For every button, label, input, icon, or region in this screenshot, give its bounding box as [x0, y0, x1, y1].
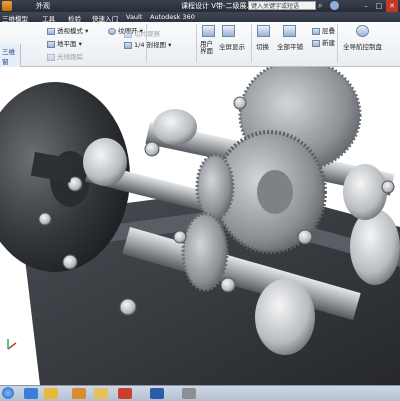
middle-gear-hub — [257, 170, 293, 214]
ie-icon[interactable] — [24, 388, 38, 399]
new-window-label: 新建 — [322, 39, 335, 47]
ribbon-separator — [196, 24, 197, 62]
new-window-button[interactable]: 新建 — [312, 37, 335, 47]
tile-all-label[interactable]: 全部平铺 — [277, 41, 303, 51]
slice-label: 切片观察 — [134, 30, 160, 38]
fullscreen-label[interactable]: 全屏显示 — [219, 41, 245, 51]
tab-vault[interactable]: Vault — [126, 13, 142, 21]
new-window-icon — [312, 39, 320, 47]
raytrace-icon — [47, 53, 55, 61]
cube-icon — [47, 27, 55, 35]
cascade-icon — [312, 27, 320, 35]
title-bar: 外观 课程设计 V带-二级展... 键入关键字或短语 ⌕ – □ ✕ — [0, 0, 400, 12]
folder-icon[interactable] — [94, 388, 108, 399]
axis-indicator — [7, 339, 17, 350]
output-pinion — [181, 212, 229, 292]
app-menu-icon[interactable] — [2, 1, 12, 11]
navigation-wheel-label[interactable]: 全导航控制盘 — [343, 41, 382, 51]
ribbon-tabs: 三维模型 工具 检验 快速入门 Vault Autodesk 360 — [0, 12, 400, 23]
search-icon[interactable]: ⌕ — [318, 1, 322, 11]
word-icon[interactable] — [150, 388, 164, 399]
view-style-label: 透视模式 — [57, 27, 83, 35]
plane-icon — [47, 40, 55, 48]
explorer-icon[interactable] — [44, 388, 58, 399]
tab-autodesk-360[interactable]: Autodesk 360 — [150, 13, 195, 21]
user-interface-icon[interactable] — [202, 25, 215, 37]
taskbar — [0, 385, 400, 401]
cascade-button[interactable]: 层叠 — [312, 25, 335, 35]
start-button[interactable] — [2, 387, 14, 399]
cascade-label: 层叠 — [322, 27, 335, 35]
steering-wheel-icon[interactable] — [356, 25, 369, 37]
ribbon-separator — [337, 24, 338, 62]
slice-icon — [124, 30, 132, 38]
switch-window-label[interactable]: 切换 — [256, 41, 269, 51]
left-group-bottom-label: 窗 — [2, 58, 9, 66]
left-group-top-label: 三维 — [2, 48, 15, 56]
switch-window-icon[interactable] — [257, 25, 270, 37]
maximize-icon[interactable]: □ — [373, 0, 385, 12]
quarter-section-button[interactable]: 1/4 剖视图 ▾ — [124, 39, 171, 49]
app-icon[interactable] — [182, 388, 196, 399]
raytrace-button[interactable]: 光线跟踪 — [47, 51, 83, 61]
fullscreen-icon[interactable] — [222, 25, 235, 37]
window-title: 课程设计 V带-二级展... — [181, 2, 254, 10]
3d-viewport[interactable] — [0, 67, 400, 385]
user-interface-label[interactable]: 用户界面 — [200, 41, 216, 55]
bearing-cap — [255, 279, 315, 355]
inventor-icon[interactable] — [118, 388, 132, 399]
ribbon-separator — [251, 24, 252, 62]
tile-all-icon[interactable] — [283, 25, 296, 37]
search-input[interactable]: 键入关键字或短语 — [248, 1, 316, 10]
bearing-cap — [83, 138, 127, 186]
close-icon[interactable]: ✕ — [386, 0, 398, 12]
ground-plane-label: 地平面 — [57, 40, 77, 48]
texture-icon — [108, 27, 116, 35]
gearbox-model — [0, 67, 400, 385]
ground-plane-button[interactable]: 地平面 ▾ — [47, 38, 82, 48]
left-ribbon-group: 三维 窗 — [0, 44, 21, 68]
user-icon[interactable] — [330, 1, 339, 10]
slice-graphics-button[interactable]: 切片观察 — [124, 28, 160, 38]
quarter-section-label: 1/4 剖视图 — [134, 41, 167, 49]
ribbon-panel: 透视模式 ▾ 地平面 ▾ 光线跟踪 纹理开 ▾ 切片观察 1/4 剖视图 ▾ 用… — [0, 22, 400, 68]
pinion-gear — [195, 153, 235, 221]
quick-access-label: 外观 — [36, 2, 50, 10]
media-icon[interactable] — [72, 388, 86, 399]
raytrace-label: 光线跟踪 — [57, 53, 83, 61]
bearing-cap — [343, 164, 387, 220]
bearing-cap — [153, 109, 197, 145]
section-icon — [124, 41, 132, 49]
view-style-button[interactable]: 透视模式 ▾ — [47, 25, 88, 35]
minimize-icon[interactable]: – — [360, 0, 372, 12]
bearing-cap — [350, 209, 400, 285]
